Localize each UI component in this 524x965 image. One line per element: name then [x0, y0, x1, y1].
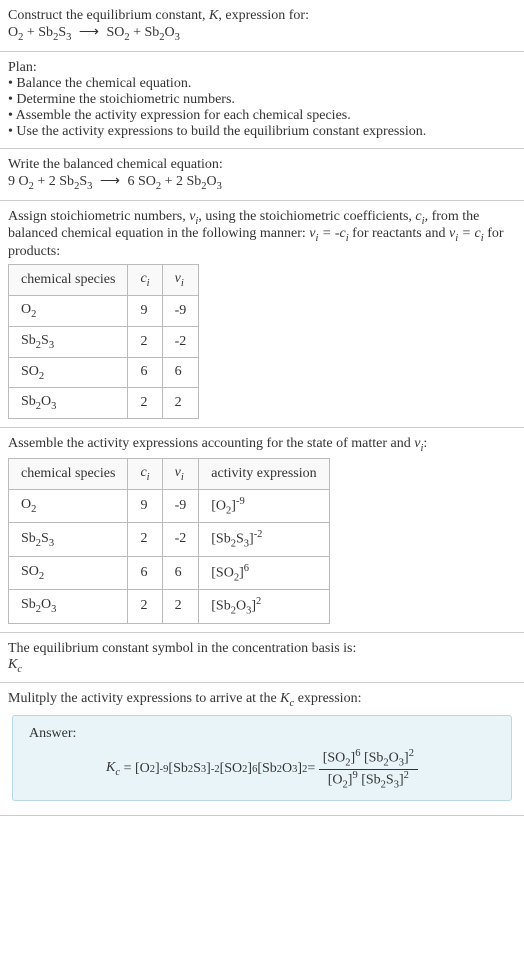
species-cell: Sb2O3 — [9, 388, 128, 419]
table-row: Sb2O3 2 2 [Sb2O3]2 — [9, 590, 330, 623]
nui-cell: 2 — [162, 590, 199, 623]
answer-box: Answer: Kc = [O2]-9 [Sb2S3]-2 [SO2]6 [Sb… — [12, 715, 512, 801]
balanced-equation: 9 O2 + 2 Sb2S3 ⟶ 6 SO2 + 2 Sb2O3 — [8, 173, 516, 192]
species-cell: SO2 — [9, 556, 128, 589]
unbalanced-equation: O2 + Sb2S3 ⟶ SO2 + Sb2O3 — [8, 24, 516, 43]
plan-bullet-2: • Determine the stoichiometric numbers. — [8, 92, 516, 108]
activity-cell: [Sb2O3]2 — [199, 590, 329, 623]
fraction-denominator: [O2]9 [Sb2S3]2 — [319, 770, 418, 790]
eq-const-text: The equilibrium constant symbol in the c… — [8, 641, 516, 657]
fraction: [SO2]6 [Sb2O3]2 [O2]9 [Sb2S3]2 — [319, 748, 418, 790]
col-nui: νi — [162, 265, 199, 296]
header-section: Construct the equilibrium constant, K, e… — [0, 0, 524, 52]
col-ci: ci — [128, 265, 162, 296]
table-row: Sb2S3 2 -2 [Sb2S3]-2 — [9, 523, 330, 556]
table-header-row: chemical species ci νi — [9, 265, 199, 296]
species-cell: Sb2S3 — [9, 326, 128, 357]
activity-table: chemical species ci νi activity expressi… — [8, 458, 330, 624]
table-row: SO2 6 6 [SO2]6 — [9, 556, 330, 589]
ci-cell: 2 — [128, 523, 162, 556]
plan-bullet-4: • Use the activity expressions to build … — [8, 124, 516, 140]
table-row: O2 9 -9 — [9, 295, 199, 326]
multiply-text: Mulitply the activity expressions to arr… — [8, 691, 516, 709]
species-cell: SO2 — [9, 357, 128, 388]
eq-const-section: The equilibrium constant symbol in the c… — [0, 633, 524, 684]
multiply-section: Mulitply the activity expressions to arr… — [0, 683, 524, 816]
species-cell: O2 — [9, 489, 128, 522]
ci-cell: 2 — [128, 590, 162, 623]
nui-cell: -2 — [162, 523, 199, 556]
plan-bullet-3: • Assemble the activity expression for e… — [8, 108, 516, 124]
ci-cell: 9 — [128, 489, 162, 522]
ci-cell: 9 — [128, 295, 162, 326]
balanced-section: Write the balanced chemical equation: 9 … — [0, 149, 524, 201]
table-row: Sb2O3 2 2 — [9, 388, 199, 419]
activity-section: Assemble the activity expressions accoun… — [0, 428, 524, 632]
answer-label: Answer: — [29, 726, 495, 742]
fraction-numerator: [SO2]6 [Sb2O3]2 — [319, 748, 418, 769]
nui-cell: -9 — [162, 295, 199, 326]
col-species: chemical species — [9, 265, 128, 296]
table-row: SO2 6 6 — [9, 357, 199, 388]
nui-cell: 2 — [162, 388, 199, 419]
col-ci: ci — [128, 458, 162, 489]
species-cell: O2 — [9, 295, 128, 326]
expression-for: , expression for: — [218, 8, 309, 23]
kc-symbol: Kc — [8, 657, 516, 675]
species-cell: Sb2O3 — [9, 590, 128, 623]
activity-cell: [Sb2S3]-2 — [199, 523, 329, 556]
activity-title: Assemble the activity expressions accoun… — [8, 436, 516, 454]
col-activity: activity expression — [199, 458, 329, 489]
plan-section: Plan: • Balance the chemical equation. •… — [0, 52, 524, 149]
nui-cell: 6 — [162, 357, 199, 388]
stoich-table: chemical species ci νi O2 9 -9 Sb2S3 2 -… — [8, 264, 199, 419]
col-species: chemical species — [9, 458, 128, 489]
table-header-row: chemical species ci νi activity expressi… — [9, 458, 330, 489]
activity-cell: [SO2]6 — [199, 556, 329, 589]
species-cell: Sb2S3 — [9, 523, 128, 556]
nui-cell: -9 — [162, 489, 199, 522]
nui-cell: 6 — [162, 556, 199, 589]
table-row: Sb2S3 2 -2 — [9, 326, 199, 357]
plan-bullet-1: • Balance the chemical equation. — [8, 76, 516, 92]
balanced-title: Write the balanced chemical equation: — [8, 157, 516, 173]
plan-title: Plan: — [8, 60, 516, 76]
kc-expression: Kc = [O2]-9 [Sb2S3]-2 [SO2]6 [Sb2O3]2 = … — [29, 748, 495, 790]
ci-cell: 2 — [128, 388, 162, 419]
activity-cell: [O2]-9 — [199, 489, 329, 522]
ci-cell: 6 — [128, 357, 162, 388]
ci-cell: 6 — [128, 556, 162, 589]
assign-text: Assign stoichiometric numbers, νi, using… — [8, 209, 516, 261]
col-nui: νi — [162, 458, 199, 489]
table-row: O2 9 -9 [O2]-9 — [9, 489, 330, 522]
ci-cell: 2 — [128, 326, 162, 357]
nui-cell: -2 — [162, 326, 199, 357]
k-symbol: K — [209, 8, 218, 23]
assign-section: Assign stoichiometric numbers, νi, using… — [0, 201, 524, 429]
construct-text: Construct the equilibrium constant, — [8, 8, 209, 23]
